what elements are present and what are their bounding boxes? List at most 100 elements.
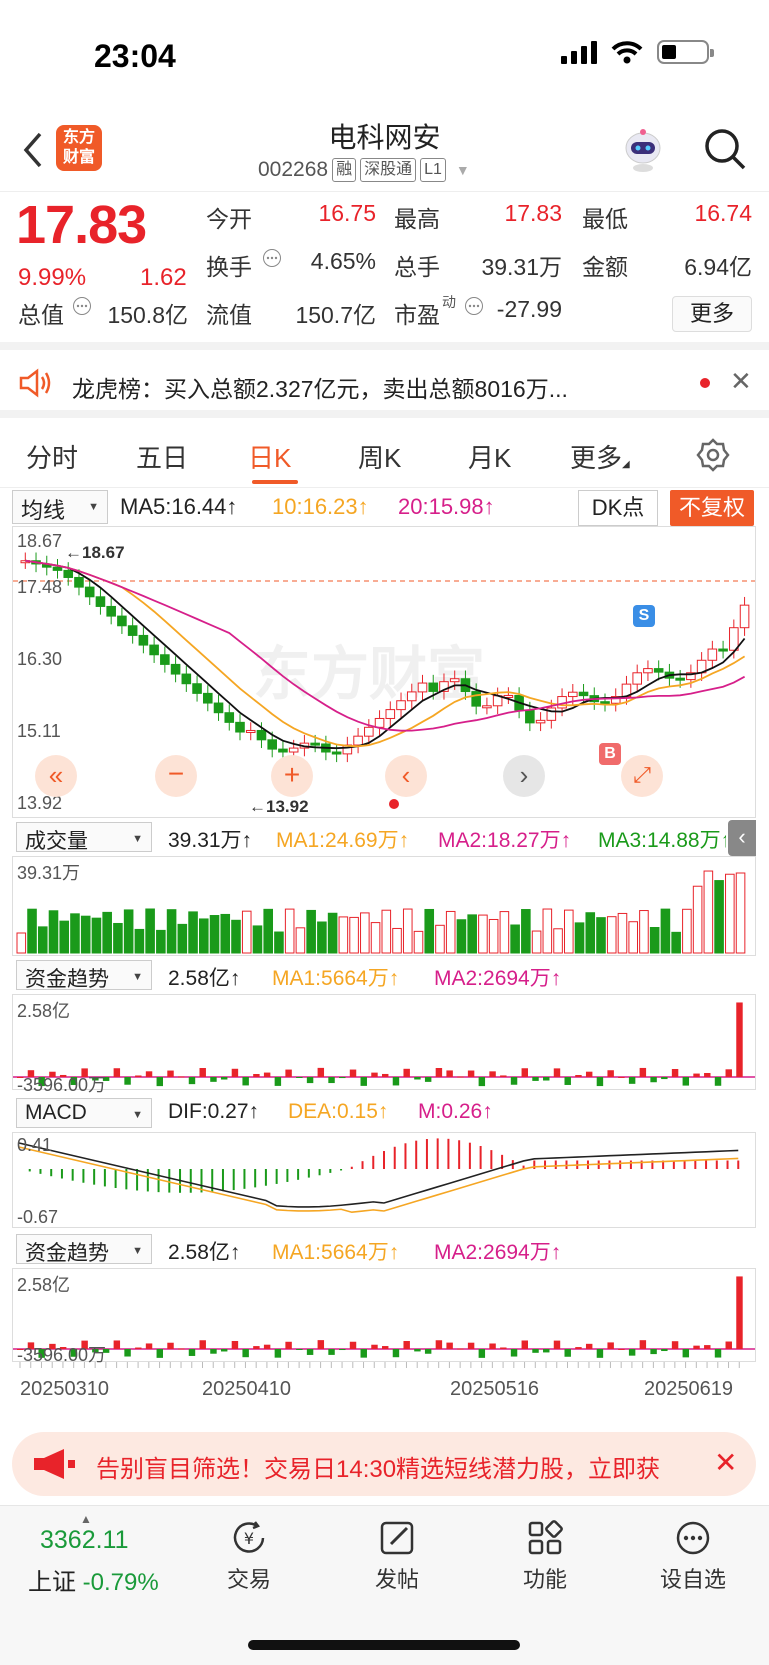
volume-bar: [671, 931, 681, 954]
capital-bar: [489, 1343, 496, 1349]
candle-body: [396, 700, 406, 711]
candle-body: [74, 576, 84, 588]
capital-bar: [671, 1341, 679, 1349]
volume-bar: [188, 911, 198, 954]
capital-bar: [467, 1070, 475, 1077]
tab-intraday[interactable]: 分时: [26, 438, 78, 475]
fullscreen-icon[interactable]: ⤢: [621, 755, 663, 797]
caret-up-icon: ▲: [80, 1512, 92, 1526]
candle-body: [127, 625, 138, 636]
capital-select[interactable]: 资金趋势: [16, 960, 152, 991]
capital-bar: [339, 1077, 346, 1079]
volume-select[interactable]: 成交量: [16, 822, 152, 853]
volume-bar: [542, 908, 553, 954]
candle-body: [600, 701, 610, 705]
more-button[interactable]: 更多: [672, 296, 752, 332]
candle-body: [278, 748, 288, 753]
notice-bar[interactable]: 龙虎榜：买入总额2.327亿元，卖出总额8016万... ✕: [0, 350, 769, 418]
macd-dif: DIF:0.27↑: [168, 1100, 260, 1123]
volume-bar: [113, 922, 123, 954]
capital-bar: [274, 1349, 282, 1358]
candle-body: [707, 648, 718, 661]
robot-assistant-icon[interactable]: [618, 124, 668, 174]
capital-bar: [199, 1068, 206, 1077]
candle-body: [245, 729, 256, 733]
candle-body: [235, 721, 245, 733]
tab-weekly-k[interactable]: 周K: [358, 438, 401, 475]
info-icon[interactable]: [72, 296, 92, 316]
stock-code-row[interactable]: 002268 融 深股通 L1 ▼: [258, 158, 470, 182]
nav-function[interactable]: 功能: [500, 1518, 590, 1594]
kline-panel[interactable]: 18.67 17.48 16.30 15.11 13.92 ←18.67 ←13…: [12, 526, 756, 818]
nav-trade[interactable]: ¥ 交易: [204, 1518, 294, 1594]
volume-bar: [252, 925, 263, 954]
adjust-button[interactable]: 不复权: [670, 490, 754, 526]
candle-body: [84, 586, 95, 598]
candle-body: [117, 615, 127, 627]
macd-dea: DEA:0.15↑: [288, 1100, 389, 1123]
zoom-out-icon[interactable]: −: [155, 755, 197, 797]
capital-bar: [704, 1072, 711, 1077]
volume-bar: [564, 909, 574, 954]
volume-bar: [360, 912, 370, 954]
info-icon[interactable]: [464, 296, 484, 316]
tab-more[interactable]: 更多◢: [570, 438, 630, 475]
capital-bar: [596, 1077, 604, 1087]
candle-body: [63, 569, 74, 578]
capital-bar: [145, 1071, 153, 1077]
capital-bar: [360, 1077, 367, 1086]
capital-bar: [532, 1077, 539, 1081]
info-icon[interactable]: [262, 248, 282, 268]
capital-bar: [306, 1349, 314, 1355]
volume-bar: [241, 910, 252, 954]
volume-bar: [467, 914, 477, 954]
nav-watchlist[interactable]: 设自选: [648, 1518, 738, 1594]
dk-point-button[interactable]: DK点: [578, 490, 658, 526]
collapse-icon[interactable]: ‹: [728, 820, 756, 856]
capital-bar: [113, 1340, 121, 1349]
promo-banner[interactable]: 告别盲目筛选！交易日14:30精选短线潜力股，立即获 ✕: [12, 1432, 756, 1496]
close-icon[interactable]: ✕: [730, 366, 752, 397]
buy-signal[interactable]: B: [599, 743, 621, 765]
scroll-left-icon[interactable]: ‹: [385, 755, 427, 797]
nav-post[interactable]: 发帖: [352, 1518, 442, 1594]
capital-bar: [500, 1347, 507, 1349]
index-name[interactable]: 上证 -0.79%: [28, 1562, 159, 1597]
volume-bar: [156, 929, 166, 954]
candle-body: [224, 712, 235, 723]
stock-code: 002268: [258, 158, 329, 181]
tab-monthly-k[interactable]: 月K: [468, 438, 511, 475]
volume-bar: [370, 922, 381, 954]
tab-5day[interactable]: 五日: [136, 438, 188, 475]
more-circle-icon: [676, 1521, 710, 1555]
indicator-select[interactable]: 均线: [12, 490, 108, 524]
sell-signal[interactable]: S: [633, 605, 655, 627]
wifi-icon: [611, 41, 643, 64]
capital-bar: [296, 1349, 303, 1350]
capital-bar: [564, 1077, 571, 1085]
volume-bar: [123, 909, 134, 954]
capital-bar: [575, 1347, 582, 1349]
tab-daily-k[interactable]: 日K: [248, 438, 291, 475]
close-icon[interactable]: ✕: [714, 1446, 737, 1479]
capital-select-2[interactable]: 资金趋势: [16, 1234, 152, 1265]
candle-body: [406, 691, 417, 702]
capital-bar: [714, 1349, 722, 1358]
scroll-left-fast-icon[interactable]: «: [35, 755, 77, 797]
search-icon[interactable]: [702, 126, 748, 172]
volume-bar: [703, 870, 714, 954]
zoom-in-icon[interactable]: +: [271, 755, 313, 797]
capital-bar: [543, 1077, 550, 1081]
capital-bar: [478, 1349, 486, 1358]
scroll-right-icon[interactable]: ›: [503, 755, 545, 797]
volume-bar: [134, 928, 145, 954]
gear-icon[interactable]: [696, 438, 730, 472]
volume-bar: [510, 924, 520, 954]
volume-bar: [263, 908, 273, 954]
capital-bar: [457, 1076, 464, 1078]
macd-select[interactable]: MACD: [16, 1098, 152, 1128]
index-value[interactable]: 3362.11: [40, 1526, 129, 1555]
volume-bar: [209, 915, 220, 954]
candle-body: [482, 705, 492, 709]
volume-bar: [145, 908, 155, 954]
